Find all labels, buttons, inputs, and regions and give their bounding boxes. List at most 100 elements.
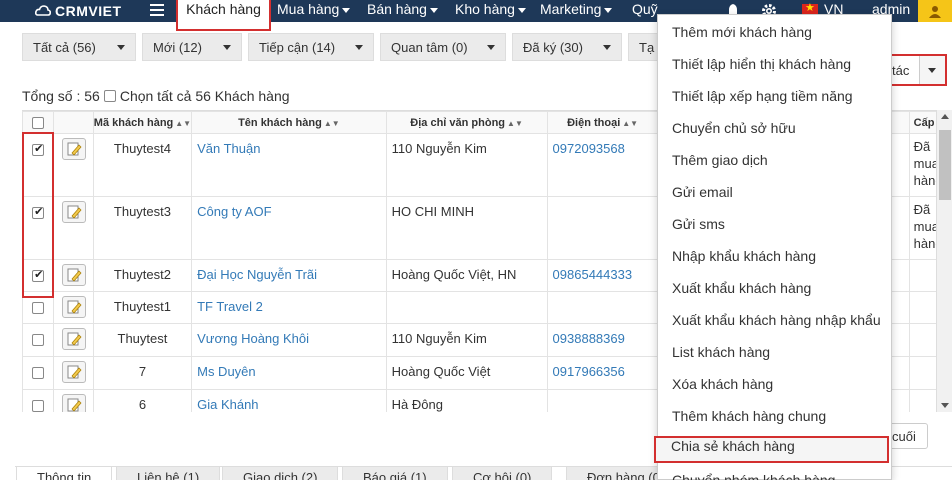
menu-item[interactable]: Xóa khách hàng xyxy=(672,376,773,392)
edit-icon[interactable] xyxy=(61,201,86,223)
customer-phone[interactable] xyxy=(546,389,659,412)
tab-opportunities[interactable]: Cơ hội (0) xyxy=(452,466,553,480)
customer-name[interactable]: Gia Khánh xyxy=(191,389,387,412)
action-dropdown-button[interactable]: tác xyxy=(884,54,947,86)
phone-link[interactable]: 0972093568 xyxy=(553,141,625,156)
tab-transactions[interactable]: Giao dịch (2) xyxy=(222,466,339,480)
select-all-checkbox[interactable] xyxy=(103,90,116,102)
nav-purchase[interactable]: Mua hàng xyxy=(277,1,351,17)
customer-name[interactable]: Công ty AOF xyxy=(191,196,387,260)
chevron-down-icon xyxy=(604,7,613,13)
customer-name-link[interactable]: Đại Học Nguyễn Trãi xyxy=(197,267,317,282)
edit-icon[interactable] xyxy=(61,361,86,383)
row-checkbox[interactable] xyxy=(32,301,45,314)
row-checkbox[interactable] xyxy=(32,333,45,346)
menu-item[interactable]: Gửi email xyxy=(672,184,733,200)
filter-interested[interactable]: Quan tâm (0) xyxy=(380,33,506,61)
menu-item[interactable]: Thiết lập hiển thị khách hàng xyxy=(672,56,851,72)
nav-warehouse[interactable]: Kho hàng xyxy=(455,1,526,17)
customer-name[interactable]: Vương Hoàng Khôi xyxy=(191,323,387,357)
filter-signed[interactable]: Đã ký (30) xyxy=(512,33,622,61)
customer-name-link[interactable]: Công ty AOF xyxy=(197,204,271,219)
sort-icon: ▲▼ xyxy=(175,118,192,128)
edit-icon[interactable] xyxy=(61,328,86,350)
phone-link[interactable]: 0917966356 xyxy=(553,364,625,379)
tab-info[interactable]: Thông tin xyxy=(16,466,113,480)
nav-marketing[interactable]: Marketing xyxy=(540,1,613,17)
phone-link[interactable]: 0938888369 xyxy=(553,331,625,346)
header-name[interactable]: Tên khách hàng ▲▼ xyxy=(191,111,387,134)
edit-icon[interactable] xyxy=(61,394,86,412)
customer-name-link[interactable]: Gia Khánh xyxy=(197,397,258,412)
customer-address xyxy=(385,291,548,324)
total-count: Tổng số : 56 xyxy=(22,88,100,104)
row-checkbox-cell xyxy=(22,389,55,412)
menu-item[interactable]: Thiết lập xếp hạng tiềm năng xyxy=(672,88,853,104)
logo[interactable]: CRMVIET xyxy=(35,2,122,20)
customer-name-link[interactable]: TF Travel 2 xyxy=(197,299,263,314)
menu-item[interactable]: List khách hàng xyxy=(672,344,770,360)
chevron-down-icon xyxy=(342,7,351,13)
row-checkbox[interactable] xyxy=(32,268,45,282)
filter-approach[interactable]: Tiếp cận (14) xyxy=(248,33,374,61)
scroll-down-icon xyxy=(941,403,949,408)
menu-item[interactable]: Gửi sms xyxy=(672,216,725,232)
customer-code: Thuytest1 xyxy=(92,291,193,324)
header-checkbox[interactable] xyxy=(32,116,45,129)
chevron-down-icon xyxy=(429,7,438,13)
header-code[interactable]: Mã khách hàng ▲▼ xyxy=(92,111,193,134)
customer-name[interactable]: Ms Duyên xyxy=(191,356,387,390)
row-edit-cell xyxy=(53,291,94,324)
tab-contacts[interactable]: Liên hệ (1) xyxy=(116,466,221,480)
customer-phone[interactable]: 0938888369 xyxy=(546,323,659,357)
row-checkbox[interactable] xyxy=(32,399,45,412)
customer-address: Hoàng Quốc Việt xyxy=(385,356,548,390)
header-edit xyxy=(53,111,94,134)
header-address[interactable]: Địa chỉ văn phòng ▲▼ xyxy=(385,111,548,134)
row-checkbox[interactable] xyxy=(32,142,45,156)
menu-item[interactable]: Nhập khẩu khách hàng xyxy=(672,248,816,264)
menu-item[interactable]: Chuyển nhóm khách hàng xyxy=(672,472,835,480)
avatar[interactable] xyxy=(918,0,952,22)
chevron-down-icon xyxy=(603,45,611,50)
sort-icon: ▲▼ xyxy=(507,118,523,128)
table-scrollbar[interactable] xyxy=(936,110,952,412)
menu-item-share-customer[interactable]: Chia sẻ khách hàng xyxy=(671,438,795,454)
filter-all[interactable]: Tất cả (56) xyxy=(22,33,136,61)
chevron-down-icon xyxy=(355,45,363,50)
row-checkbox-cell xyxy=(22,323,55,357)
row-checkbox[interactable] xyxy=(32,366,45,379)
nav-fund[interactable]: Quỹ xyxy=(632,1,658,17)
customer-phone[interactable] xyxy=(546,291,659,324)
edit-icon[interactable] xyxy=(61,264,86,286)
customer-address: 110 Nguyễn Kim xyxy=(385,323,548,357)
customer-name[interactable]: TF Travel 2 xyxy=(191,291,387,324)
customer-name[interactable]: Văn Thuận xyxy=(191,133,387,197)
row-checkbox[interactable] xyxy=(32,205,45,219)
menu-item[interactable]: Xuất khẩu khách hàng xyxy=(672,280,811,296)
customer-phone[interactable]: 0972093568 xyxy=(546,133,659,197)
menu-item[interactable]: Thêm khách hàng chung xyxy=(672,408,826,424)
customer-name-link[interactable]: Vương Hoàng Khôi xyxy=(197,331,309,346)
phone-link[interactable]: 09865444333 xyxy=(553,267,633,282)
chevron-down-icon xyxy=(223,45,231,50)
nav-customers[interactable]: Khách hàng xyxy=(176,0,271,31)
chevron-down-icon[interactable] xyxy=(919,56,945,84)
customer-name-link[interactable]: Văn Thuận xyxy=(197,141,260,156)
customer-phone[interactable]: 0917966356 xyxy=(546,356,659,390)
menu-item[interactable]: Xuất khẩu khách hàng nhập khẩu xyxy=(672,312,881,328)
customer-name-link[interactable]: Ms Duyên xyxy=(197,364,256,379)
filter-new[interactable]: Mới (12) xyxy=(142,33,242,61)
customer-phone[interactable] xyxy=(546,196,659,260)
menu-item[interactable]: Thêm mới khách hàng xyxy=(672,24,812,40)
menu-item[interactable]: Chuyển chủ sở hữu xyxy=(672,120,796,136)
hamburger-menu-icon[interactable] xyxy=(150,3,164,17)
customer-name[interactable]: Đại Học Nguyễn Trãi xyxy=(191,259,387,292)
nav-sales[interactable]: Bán hàng xyxy=(367,1,438,17)
tab-quotes[interactable]: Báo giá (1) xyxy=(342,466,448,480)
menu-item[interactable]: Thêm giao dịch xyxy=(672,152,768,168)
edit-icon[interactable] xyxy=(61,138,86,160)
header-phone[interactable]: Điện thoại ▲▼ xyxy=(546,111,659,134)
edit-icon[interactable] xyxy=(61,296,86,318)
customer-phone[interactable]: 09865444333 xyxy=(546,259,659,292)
